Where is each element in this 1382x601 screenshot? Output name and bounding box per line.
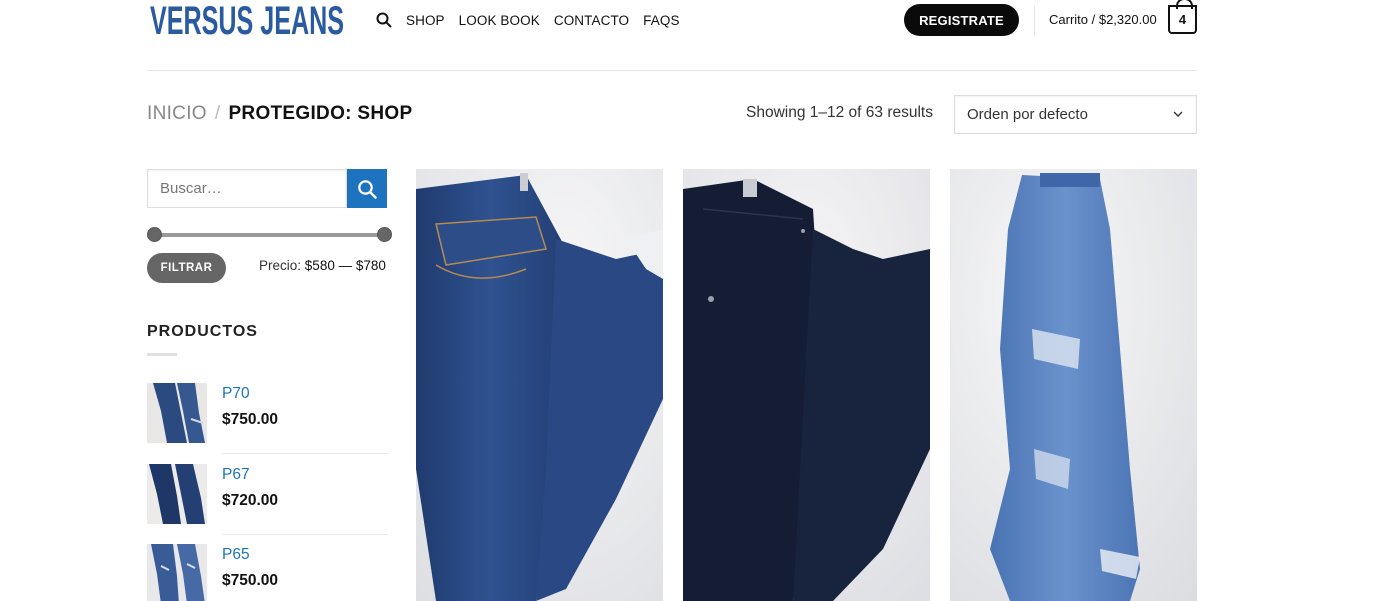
logo-wordmark: VERSUS JEANS [150, 0, 344, 42]
chevron-down-icon [1173, 111, 1183, 117]
product-thumbnail[interactable] [147, 544, 207, 601]
list-divider [222, 453, 388, 454]
breadcrumb: INICIO / PROTEGIDO: SHOP [147, 103, 412, 125]
logo-text: VERSUS JEANS [150, 0, 344, 42]
products-widget-title: PRODUCTOS [147, 323, 258, 340]
header-divider [1034, 6, 1035, 36]
cart-count: 4 [1178, 12, 1187, 27]
product-name[interactable]: P67 [222, 466, 250, 484]
search-input[interactable]: Buscar… [147, 169, 347, 208]
breadcrumb-home[interactable]: INICIO [147, 103, 207, 124]
product-list-item[interactable]: P65 $750.00 [147, 544, 388, 601]
results-count: Showing 1–12 of 63 results [746, 104, 933, 121]
nav-contacto[interactable]: CONTACTO [554, 13, 629, 28]
product-list-item[interactable]: P70 $750.00 [147, 383, 388, 457]
product-name[interactable]: P70 [222, 385, 250, 403]
search-icon [358, 179, 377, 199]
main-nav: SHOP LOOK BOOK CONTACTO FAQS [376, 10, 694, 30]
register-button[interactable]: REGISTRATE [904, 4, 1019, 36]
price-range-label: Precio: $580 — $780 [259, 258, 386, 273]
header-divider-line [147, 70, 1197, 71]
price-slider-track[interactable] [154, 233, 384, 237]
product-card-image[interactable] [683, 169, 930, 601]
price-slider-max-handle[interactable] [377, 227, 392, 242]
search-submit-button[interactable] [347, 169, 387, 208]
nav-shop[interactable]: SHOP [406, 13, 445, 28]
product-card-image[interactable] [950, 169, 1197, 601]
product-list-item[interactable]: P67 $720.00 [147, 464, 388, 538]
search-icon[interactable] [376, 10, 394, 30]
product-price: $750.00 [222, 411, 279, 428]
sort-selected-value: Orden por defecto [967, 106, 1088, 123]
product-thumbnail[interactable] [147, 464, 207, 524]
product-thumbnail[interactable] [147, 383, 207, 443]
cart-link[interactable]: Carrito / $2,320.00 [1049, 12, 1157, 27]
product-card-image[interactable] [416, 169, 663, 601]
filter-button[interactable]: FILTRAR [147, 253, 226, 283]
site-logo[interactable]: VERSUS JEANS [148, 0, 348, 42]
nav-look-book[interactable]: LOOK BOOK [459, 13, 540, 28]
title-underline [147, 353, 177, 356]
list-divider [222, 534, 388, 535]
nav-faqs[interactable]: FAQS [643, 13, 679, 28]
product-price: $750.00 [222, 572, 279, 589]
product-price: $720.00 [222, 492, 279, 509]
cart-icon[interactable]: 4 [1168, 0, 1197, 34]
price-range-value: $580 — $780 [304, 258, 386, 273]
breadcrumb-separator: / [214, 103, 221, 124]
price-slider-min-handle[interactable] [147, 227, 162, 242]
breadcrumb-current: PROTEGIDO: SHOP [228, 103, 413, 124]
sort-select[interactable]: Orden por defecto [954, 95, 1197, 134]
price-prefix: Precio: [259, 258, 302, 273]
product-name[interactable]: P65 [222, 546, 250, 564]
